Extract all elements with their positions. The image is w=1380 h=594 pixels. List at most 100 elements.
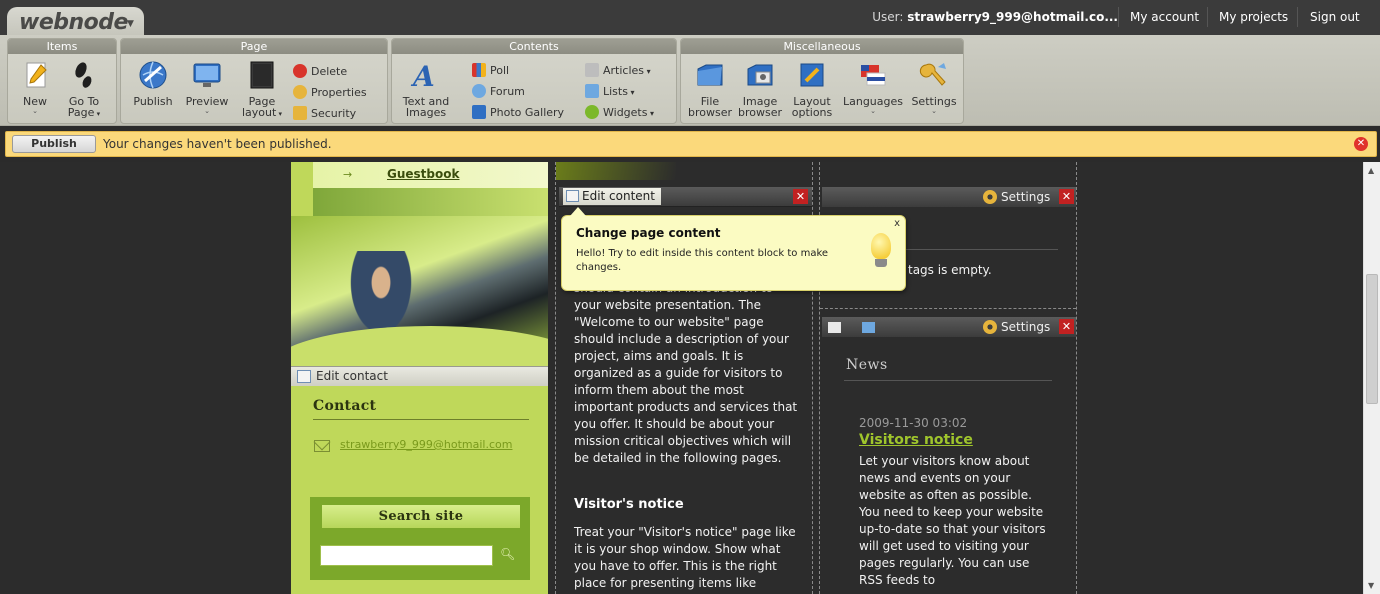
news-heading: News — [846, 357, 888, 373]
settings-button[interactable]: Settings — [1001, 320, 1050, 334]
photo-gallery-button[interactable]: Photo Gallery — [472, 105, 564, 120]
group-items: Items New ⌄ Go To Page ▾ — [7, 38, 117, 124]
settings-button[interactable]: Settings — [1001, 190, 1050, 204]
chevron-down-icon: ⌄ — [870, 107, 876, 115]
remove-icon[interactable]: ✕ — [793, 189, 808, 204]
arrow-right-icon: → — [343, 168, 353, 181]
search-input[interactable] — [320, 545, 493, 566]
envelope-icon — [314, 440, 330, 452]
folder-icon — [697, 64, 723, 86]
lightbulb-icon — [871, 233, 891, 259]
edit-icon — [566, 190, 579, 202]
tags-empty-text: tags is empty. — [908, 263, 992, 277]
lists-button[interactable]: Lists ▾ — [585, 84, 635, 100]
settings-button[interactable]: Settings ⌄ — [909, 59, 959, 115]
monitor-icon — [193, 63, 221, 87]
browser-label: browser — [687, 106, 732, 119]
notice-text: Your changes haven't been published. — [103, 137, 332, 151]
my-projects-link[interactable]: My projects — [1219, 10, 1288, 24]
page-preview: → Guestbook Edit contact Contact strawbe… — [0, 162, 1380, 594]
gear-icon — [983, 320, 997, 334]
decorative-band — [313, 188, 548, 216]
vertical-scrollbar[interactable]: ▲ ▼ — [1363, 162, 1380, 594]
group-page: Page Publish Preview ⌄ Page layout ▾ Del… — [120, 38, 388, 124]
news-article-link[interactable]: Visitors notice — [859, 432, 973, 448]
search-icon[interactable]: 🔍︎ — [500, 547, 515, 561]
delete-label: Delete — [311, 65, 348, 78]
block-settings-bar: Settings ✕ — [822, 317, 1076, 337]
edit-contact-button[interactable]: Edit contact — [291, 366, 548, 386]
search-heading: Search site — [322, 505, 520, 528]
articles-icon — [585, 63, 599, 77]
divider — [844, 380, 1052, 381]
widgets-label: Widgets — [603, 106, 648, 119]
nav-item-label: Guestbook — [387, 167, 460, 181]
visitors-notice-heading: Visitor's notice — [574, 497, 684, 512]
layout-icon — [250, 61, 274, 89]
articles-list-icon[interactable] — [862, 322, 875, 333]
sign-out-link[interactable]: Sign out — [1310, 10, 1360, 24]
publish-button[interactable]: Publish — [12, 135, 96, 153]
scrollbar-thumb[interactable] — [1366, 274, 1378, 404]
user-info: User: strawberry9_999@hotmail.co... — [872, 10, 1118, 24]
widgets-button[interactable]: Widgets ▾ — [585, 105, 654, 121]
user-label: User: — [872, 10, 904, 24]
block-settings-bar: Settings ✕ — [822, 187, 1076, 207]
chevron-down-icon: ⌄ — [931, 107, 937, 115]
text-and-images-button[interactable]: A Text and Images — [400, 59, 452, 118]
photo-gallery-label: Photo Gallery — [490, 106, 565, 119]
languages-button[interactable]: Languages ⌄ — [841, 59, 905, 115]
scroll-down-icon[interactable]: ▼ — [1368, 581, 1374, 590]
divider — [1118, 7, 1119, 27]
nav-item-guestbook[interactable]: → Guestbook — [313, 162, 548, 188]
forum-button[interactable]: Forum — [472, 84, 525, 99]
add-article-icon[interactable] — [828, 322, 841, 333]
publish-toolbar-button[interactable]: Publish — [130, 59, 176, 107]
delete-button[interactable]: Delete — [293, 64, 347, 79]
articles-button[interactable]: Articles ▾ — [585, 63, 651, 79]
news-article-text: Let your visitors know about news and ev… — [859, 454, 1046, 587]
text-icon: A — [410, 60, 435, 91]
lists-icon — [585, 84, 599, 98]
image-browser-button[interactable]: Image browser — [737, 59, 783, 118]
security-button[interactable]: Security — [293, 106, 356, 121]
unpublished-notice: Publish Your changes haven't been publis… — [5, 131, 1377, 157]
articles-label: Articles — [603, 64, 645, 77]
file-browser-button[interactable]: File browser — [687, 59, 733, 118]
lists-label: Lists — [603, 85, 628, 98]
chevron-down-icon: ⌄ — [204, 107, 210, 115]
widgets-icon — [585, 105, 599, 119]
new-page-icon — [26, 62, 47, 88]
remove-icon[interactable]: ✕ — [1059, 319, 1074, 334]
wrench-icon — [919, 63, 946, 86]
new-button[interactable]: New ⌄ — [18, 59, 52, 115]
options-label: options — [791, 106, 833, 119]
page-layout-button[interactable]: Page layout ▾ — [239, 59, 285, 120]
webnode-logo: webnode — [19, 10, 128, 35]
user-email: strawberry9_999@hotmail.co... — [907, 10, 1118, 24]
poll-button[interactable]: Poll — [472, 63, 509, 78]
preview-button[interactable]: Preview ⌄ — [184, 59, 230, 115]
page-label: Page — [67, 106, 95, 119]
layout-options-button[interactable]: Layout options — [789, 59, 835, 118]
lightbulb-base — [875, 259, 887, 267]
decorative-image-strip — [556, 162, 676, 180]
tooltip-title: Change page content — [576, 226, 721, 240]
scroll-up-icon[interactable]: ▲ — [1368, 166, 1374, 175]
edit-content-label: Edit content — [582, 189, 655, 203]
gear-icon — [293, 85, 307, 99]
edit-content-button[interactable]: Edit content — [563, 188, 661, 205]
go-to-page-button[interactable]: Go To Page ▾ — [63, 59, 105, 120]
group-title: Page — [121, 39, 387, 54]
properties-label: Properties — [311, 86, 367, 99]
remove-icon[interactable]: ✕ — [1059, 189, 1074, 204]
app-menu-tab[interactable]: webnode ▼ — [7, 7, 144, 38]
lock-icon — [293, 106, 307, 120]
contact-heading: Contact — [313, 398, 529, 420]
properties-button[interactable]: Properties — [293, 85, 367, 100]
edit-content-bar: Edit content ✕ — [559, 187, 812, 207]
contact-email-link[interactable]: strawberry9_999@hotmail.com — [340, 438, 512, 451]
close-icon[interactable]: x — [894, 218, 900, 229]
my-account-link[interactable]: My account — [1130, 10, 1199, 24]
close-icon[interactable]: ✕ — [1354, 137, 1368, 151]
